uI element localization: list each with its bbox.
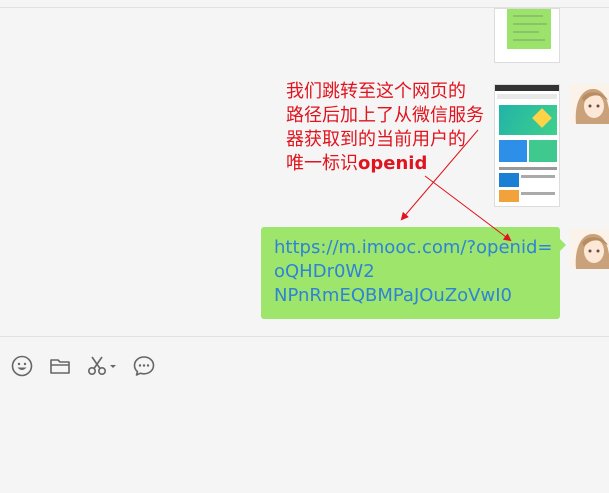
input-divider: [0, 336, 609, 337]
message-bubble[interactable]: https://m.imooc.com/?openid= oQHDr0W2 NP…: [261, 227, 566, 319]
image-message-thumbnail[interactable]: [494, 8, 560, 63]
chevron-down-icon: [110, 365, 116, 368]
avatar[interactable]: [570, 84, 609, 124]
annotation-line-1: 我们跳转至这个网页的: [286, 81, 466, 102]
message-input-area[interactable]: [0, 385, 609, 493]
annotation-line-2: 路径后加上了从微信服务: [286, 105, 484, 126]
annotation-line-4: 唯一标识openid: [286, 152, 516, 176]
chat-bubble-icon[interactable]: [132, 354, 156, 378]
annotation-openid: openid: [358, 153, 428, 174]
folder-icon[interactable]: [48, 354, 72, 378]
message-url-line-3[interactable]: NPnRmEQBMPaJOuZoVwI0: [274, 284, 550, 308]
annotation-line-3: 器获取到的当前用户的: [286, 129, 466, 150]
message-url-line-2[interactable]: oQHDr0W2: [274, 260, 550, 284]
avatar[interactable]: [570, 229, 609, 269]
annotation-prefix: 唯一标识: [286, 153, 358, 174]
emoji-icon[interactable]: [10, 354, 34, 378]
bubble-tail: [560, 239, 566, 251]
annotation-text: 我们跳转至这个网页的 路径后加上了从微信服务 器获取到的当前用户的 唯一标识op…: [286, 80, 516, 176]
message-url-line-1[interactable]: https://m.imooc.com/?openid=: [274, 236, 552, 260]
scissors-icon[interactable]: [86, 354, 118, 378]
